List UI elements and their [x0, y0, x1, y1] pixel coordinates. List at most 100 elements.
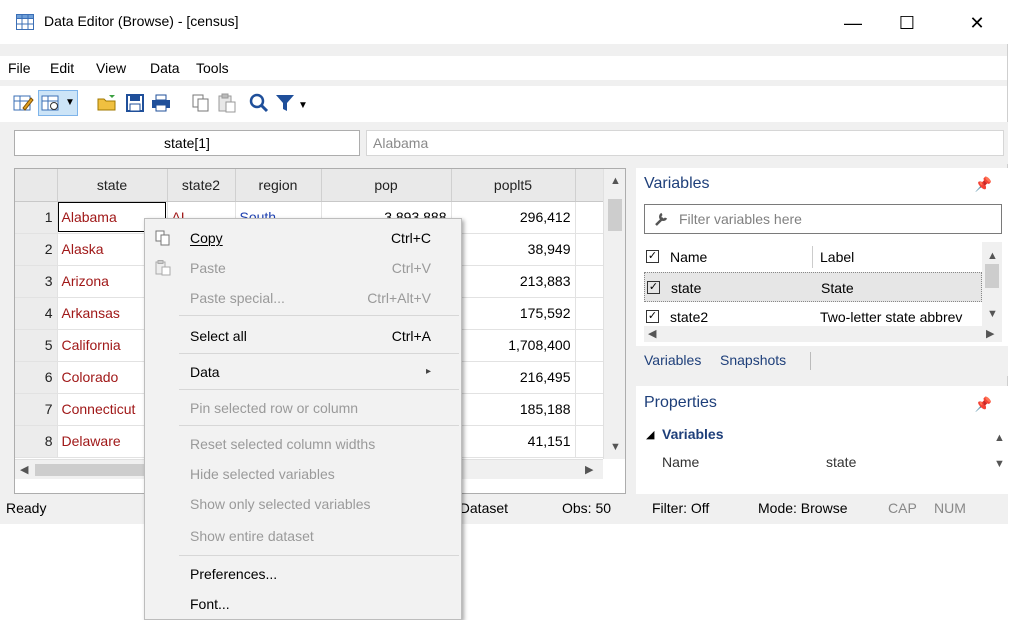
cell-poplt5[interactable]: 41,151 [451, 425, 576, 458]
row-number[interactable]: 4 [15, 297, 58, 330]
variables-panel: Variables 📌 Filter variables here ✓ Name… [636, 168, 1008, 356]
filter-icon[interactable] [274, 92, 296, 114]
open-icon[interactable] [96, 92, 118, 114]
cell-poplt5[interactable]: 1,708,400 [451, 329, 576, 362]
tab-snapshots[interactable]: Snapshots [720, 352, 786, 368]
collapse-triangle-icon[interactable]: ◢ [646, 428, 654, 441]
property-value: state [826, 454, 857, 470]
column-header-region[interactable]: region [235, 169, 322, 202]
menu-item-show-entire[interactable]: Show entire dataset [145, 521, 461, 551]
filter-dropdown-icon[interactable]: ▼ [298, 100, 308, 111]
filter-variables-input[interactable]: Filter variables here [644, 204, 1002, 234]
column-header-state[interactable]: state [57, 169, 168, 202]
paste-icon[interactable] [216, 92, 238, 114]
cell-value-field[interactable]: Alabama [366, 130, 1004, 156]
panel-tabs: Variables Snapshots [636, 346, 1008, 376]
cell-poplt5[interactable]: 216,495 [451, 361, 576, 394]
row-number[interactable]: 8 [15, 425, 58, 458]
cell-reference-box[interactable]: state[1] [14, 130, 360, 156]
edit-mode-icon[interactable] [12, 92, 34, 114]
wrench-icon [655, 212, 668, 226]
scroll-right-icon[interactable]: ▶ [585, 463, 593, 476]
grid-vertical-scrollbar[interactable]: ▲ ▼ [603, 169, 625, 459]
select-all-checkbox[interactable]: ✓ [646, 250, 659, 263]
status-cap: CAP [888, 500, 917, 516]
label-column-header[interactable]: Label [820, 242, 854, 272]
cell-poplt5[interactable]: 213,883 [451, 265, 576, 298]
cell-poplt5[interactable]: 38,949 [451, 233, 576, 266]
properties-panel-title: Properties [644, 394, 717, 411]
scroll-down-icon[interactable]: ▼ [987, 308, 998, 320]
scroll-up-icon[interactable]: ▲ [987, 250, 998, 262]
find-icon[interactable] [248, 92, 270, 114]
variable-name: state [671, 280, 702, 296]
browse-mode-button[interactable]: ▼ [38, 90, 78, 116]
column-header-state2[interactable]: state2 [167, 169, 236, 202]
variable-checkbox[interactable]: ✓ [646, 310, 659, 323]
scroll-left-icon[interactable]: ◀ [20, 463, 28, 476]
dropdown-icon: ▼ [65, 97, 75, 108]
menu-item-shortcut: Ctrl+Alt+V [367, 290, 431, 306]
variables-horizontal-scrollbar[interactable]: ◀ ▶ [644, 326, 1002, 342]
menu-edit[interactable]: Edit [50, 60, 74, 76]
menu-item-paste-special[interactable]: Paste special... Ctrl+Alt+V [145, 283, 461, 313]
menu-item-show-only-selected[interactable]: Show only selected variables [145, 489, 461, 519]
menu-data[interactable]: Data [150, 60, 180, 76]
row-number[interactable]: 6 [15, 361, 58, 394]
scroll-up-icon[interactable]: ▲ [994, 432, 1005, 444]
cell-blank [575, 361, 606, 394]
list-item[interactable]: ✓ state State [644, 272, 982, 302]
save-icon[interactable] [124, 92, 146, 114]
pin-icon[interactable]: 📌 [975, 176, 992, 193]
menu-item-hide-selected[interactable]: Hide selected variables [145, 459, 461, 489]
menu-view[interactable]: View [96, 60, 126, 76]
variable-checkbox[interactable]: ✓ [647, 281, 660, 294]
row-number[interactable]: 7 [15, 393, 58, 426]
cell-blank [575, 297, 606, 330]
menu-file[interactable]: File [8, 60, 31, 76]
cell-poplt5[interactable]: 296,412 [451, 201, 576, 234]
name-column-header[interactable]: Name [670, 242, 707, 272]
vertical-scroll-thumb[interactable] [608, 199, 622, 231]
menu-item-data[interactable]: Data ▸ [145, 357, 461, 387]
row-number-header[interactable] [15, 169, 58, 202]
tab-variables[interactable]: Variables [644, 352, 701, 368]
scroll-up-icon[interactable]: ▲ [610, 175, 621, 187]
cell-blank [575, 265, 606, 298]
print-icon[interactable] [150, 92, 172, 114]
column-header-blank [575, 169, 606, 202]
row-number[interactable]: 5 [15, 329, 58, 362]
vertical-scroll-thumb[interactable] [985, 264, 999, 288]
paste-icon [155, 260, 171, 276]
menu-item-paste[interactable]: Paste Ctrl+V [145, 253, 461, 283]
cell-poplt5[interactable]: 185,188 [451, 393, 576, 426]
menu-item-select-all[interactable]: Select all Ctrl+A [145, 321, 461, 351]
menu-item-copy[interactable]: Copy Ctrl+C [145, 223, 461, 253]
scroll-down-icon[interactable]: ▼ [610, 441, 621, 453]
variables-vertical-scrollbar[interactable]: ▲ ▼ [982, 242, 1002, 326]
row-number[interactable]: 1 [15, 201, 58, 234]
menu-item-label: Paste [190, 260, 226, 276]
column-header-pop[interactable]: pop [321, 169, 452, 202]
data-editor-app-icon [16, 14, 34, 30]
scroll-down-icon[interactable]: ▼ [994, 458, 1005, 470]
tab-divider [810, 352, 811, 370]
scroll-right-icon[interactable]: ▶ [986, 327, 994, 340]
minimize-button[interactable]: — [830, 8, 876, 38]
row-number[interactable]: 3 [15, 265, 58, 298]
menu-item-font[interactable]: Font... [145, 589, 461, 619]
menu-item-preferences[interactable]: Preferences... [145, 559, 461, 589]
cell-poplt5[interactable]: 175,592 [451, 297, 576, 330]
column-header-poplt5[interactable]: poplt5 [451, 169, 576, 202]
close-button[interactable]: ✕ [954, 8, 1000, 38]
maximize-button[interactable]: ☐ [884, 8, 930, 38]
scroll-left-icon[interactable]: ◀ [648, 327, 656, 340]
menu-item-pin-selected[interactable]: Pin selected row or column [145, 393, 461, 423]
row-number[interactable]: 2 [15, 233, 58, 266]
pin-icon[interactable]: 📌 [975, 396, 992, 413]
menu-item-label: Hide selected variables [190, 466, 335, 482]
menu-tools[interactable]: Tools [196, 60, 229, 76]
copy-icon[interactable] [190, 92, 212, 114]
header-divider [812, 246, 813, 268]
menu-item-reset-widths[interactable]: Reset selected column widths [145, 429, 461, 459]
